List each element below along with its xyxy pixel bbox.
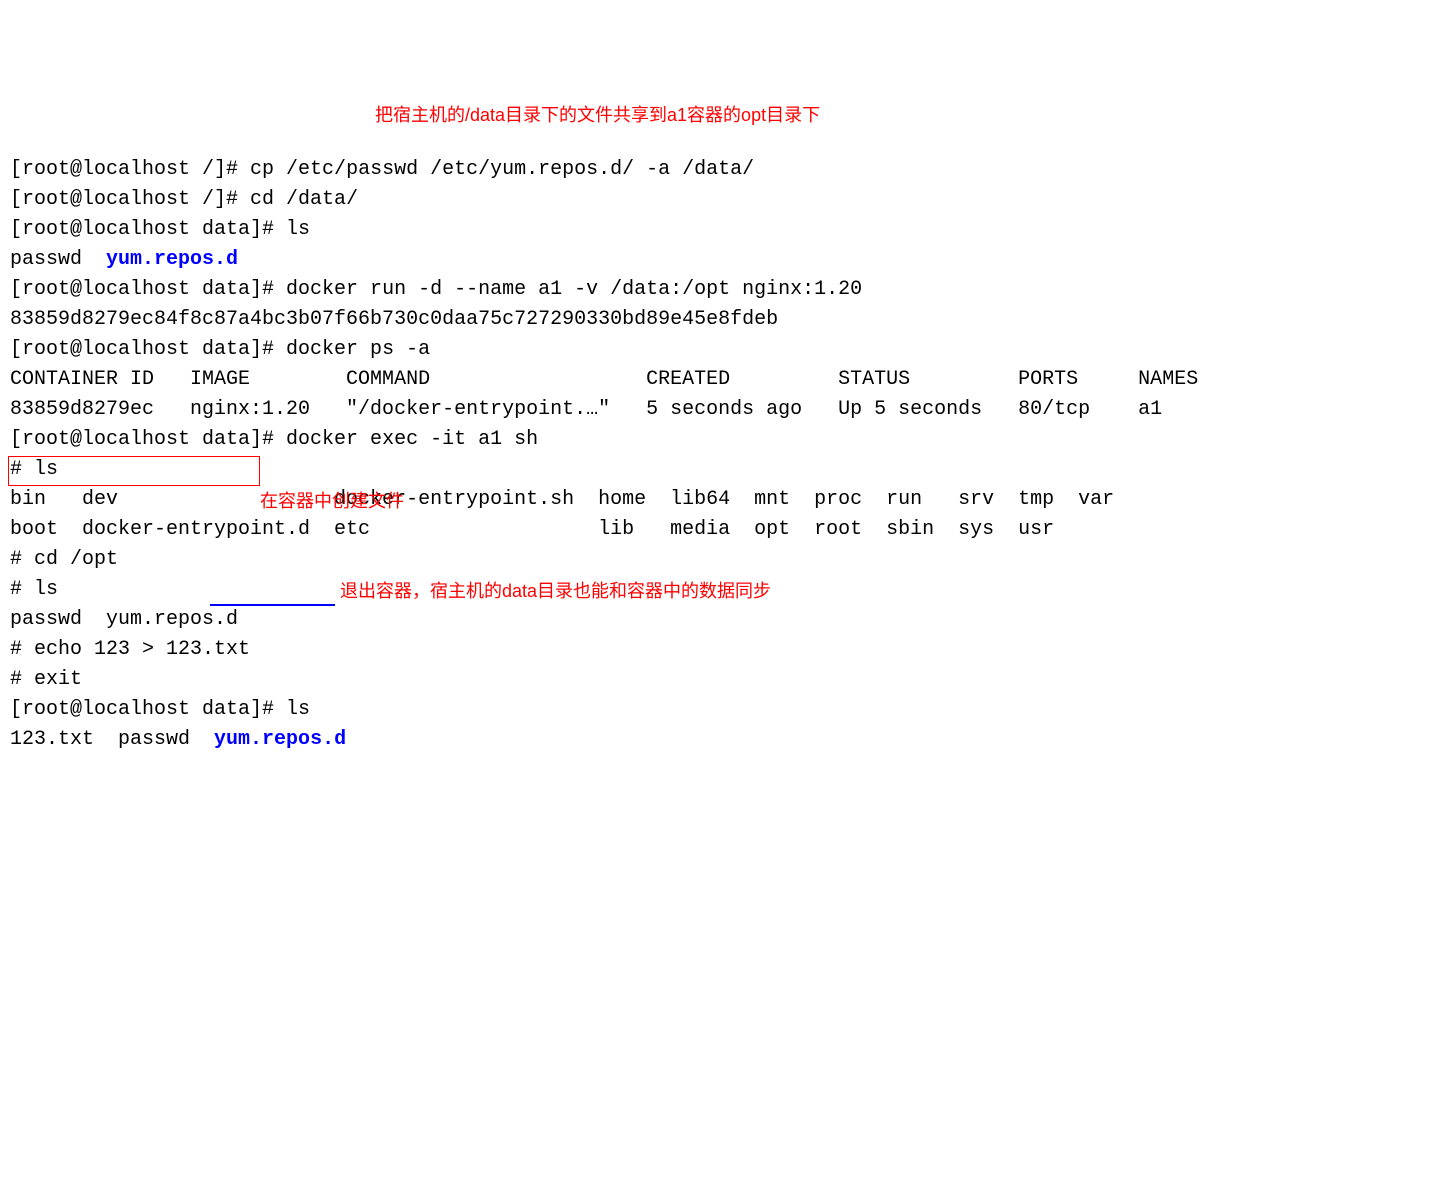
ls-output: passwd yum.repos.d [10,608,238,631]
annotation-share-data: 把宿主机的/data目录下的文件共享到a1容器的opt目录下 [375,102,820,129]
prompt: [root@localhost /]# [10,158,250,181]
command-text: ls [286,218,310,241]
command-text: ls [286,698,310,721]
command-text: docker run -d --name a1 -v /data:/opt ng… [286,278,862,301]
ps-row: 83859d8279ec nginx:1.20 "/docker-entrypo… [10,398,1162,421]
prompt: [root@localhost data]# [10,698,286,721]
annotation-sync-data: 退出容器，宿主机的data目录也能和容器中的数据同步 [340,578,771,605]
command-text: echo 123 > 123.txt [34,638,250,661]
highlight-box-opt-ls [8,456,260,486]
prompt: [root@localhost data]# [10,428,286,451]
container-id-output: 83859d8279ec84f8c87a4bc3b07f66b730c0daa7… [10,308,778,331]
command-text: ls [34,578,58,601]
ls-file: 123.txt passwd [10,728,214,751]
inner-prompt: # [10,668,34,691]
command-text: cp /etc/passwd /etc/yum.repos.d/ -a /dat… [250,158,754,181]
directory-underline [210,604,335,606]
ls-directory: yum.repos.d [106,248,238,271]
command-text: docker ps -a [286,338,430,361]
prompt: [root@localhost data]# [10,278,286,301]
ls-file: passwd [10,248,106,271]
inner-prompt: # [10,638,34,661]
command-text: docker exec -it a1 sh [286,428,538,451]
annotation-create-file: 在容器中创建文件 [260,488,404,515]
ps-header: CONTAINER ID IMAGE COMMAND CREATED STATU… [10,368,1198,391]
inner-prompt: # [10,548,34,571]
command-text: cd /opt [34,548,118,571]
prompt: [root@localhost data]# [10,338,286,361]
command-text: exit [34,668,82,691]
terminal-output: [root@localhost /]# cp /etc/passwd /etc/… [10,125,1427,755]
ls-output-row: boot docker-entrypoint.d etc lib media o… [10,518,1054,541]
ls-output-row: bin dev docker-entrypoint.sh home lib64 … [10,488,1114,511]
prompt: [root@localhost /]# [10,188,250,211]
command-text: cd /data/ [250,188,358,211]
prompt: [root@localhost data]# [10,218,286,241]
inner-prompt: # [10,578,34,601]
ls-directory: yum.repos.d [214,728,346,751]
